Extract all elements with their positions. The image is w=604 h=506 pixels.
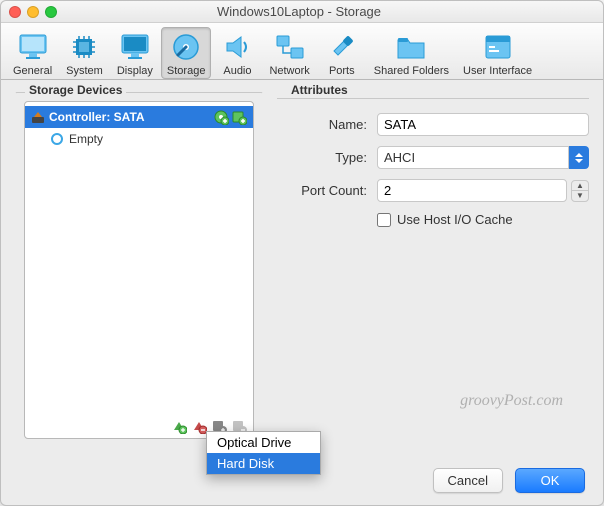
tab-label: Shared Folders (374, 65, 449, 77)
tab-network[interactable]: Network (263, 27, 315, 79)
tab-label: Ports (329, 65, 355, 77)
folder-icon (395, 31, 427, 63)
type-select[interactable]: AHCI (377, 146, 589, 169)
display-icon (119, 31, 151, 63)
host-io-label: Use Host I/O Cache (397, 212, 513, 227)
tab-label: User Interface (463, 65, 532, 77)
tab-audio[interactable]: Audio (213, 27, 261, 79)
attach-menu: Optical Drive Hard Disk (206, 431, 321, 475)
toolbar: General System Display Storage Audio Net… (1, 23, 603, 80)
tab-shared-folders[interactable]: Shared Folders (368, 27, 455, 79)
tab-label: Network (269, 65, 309, 77)
tab-storage[interactable]: Storage (161, 27, 212, 79)
stepper-up-icon[interactable]: ▲ (572, 181, 588, 191)
settings-window: Windows10Laptop - Storage General System… (0, 0, 604, 506)
empty-disc-icon (51, 133, 63, 145)
storage-tree[interactable]: Controller: SATA Empty (24, 101, 254, 439)
type-value: AHCI (377, 146, 569, 169)
tab-general[interactable]: General (7, 27, 58, 79)
stepper-down-icon[interactable]: ▼ (572, 191, 588, 201)
tab-label: Storage (167, 65, 206, 77)
controller-sata-row[interactable]: Controller: SATA (25, 106, 253, 128)
disk-icon (170, 31, 202, 63)
monitor-icon (17, 31, 49, 63)
cancel-button[interactable]: Cancel (433, 468, 503, 493)
empty-label: Empty (69, 132, 103, 146)
name-input[interactable] (377, 113, 589, 136)
speaker-icon (221, 31, 253, 63)
attributes-panel: Attributes Name: Type: AHCI Port Count: (277, 90, 589, 458)
ok-button[interactable]: OK (515, 468, 585, 493)
port-count-stepper[interactable]: ▲ ▼ (571, 180, 589, 202)
add-hard-disk-icon[interactable] (231, 109, 247, 125)
remove-controller-icon[interactable] (191, 418, 207, 434)
tab-label: Audio (223, 65, 251, 77)
type-label: Type: (277, 150, 367, 165)
tab-display[interactable]: Display (111, 27, 159, 79)
chip-icon (68, 31, 100, 63)
tab-label: System (66, 65, 103, 77)
controller-icon (31, 110, 45, 124)
host-io-checkbox[interactable] (377, 213, 391, 227)
menu-optical-drive[interactable]: Optical Drive (207, 432, 320, 453)
ui-icon (482, 31, 514, 63)
storage-devices-panel: Storage Devices Controller: SATA (15, 90, 263, 458)
panel-title: Attributes (287, 83, 352, 97)
window-title: Windows10Laptop - Storage (3, 4, 595, 19)
add-controller-icon[interactable] (171, 418, 187, 434)
tab-label: Display (117, 65, 153, 77)
menu-hard-disk[interactable]: Hard Disk (207, 453, 320, 474)
network-icon (274, 31, 306, 63)
panel-title: Storage Devices (25, 83, 126, 97)
titlebar: Windows10Laptop - Storage (1, 1, 603, 23)
name-label: Name: (277, 117, 367, 132)
controller-label: Controller: SATA (49, 110, 145, 124)
port-count-label: Port Count: (277, 183, 367, 198)
tab-label: General (13, 65, 52, 77)
add-optical-icon[interactable] (213, 109, 229, 125)
port-count-input[interactable] (377, 179, 567, 202)
tab-ports[interactable]: Ports (318, 27, 366, 79)
select-arrows-icon (569, 146, 589, 169)
tab-user-interface[interactable]: User Interface (457, 27, 538, 79)
tab-system[interactable]: System (60, 27, 109, 79)
ports-icon (326, 31, 358, 63)
empty-slot-row[interactable]: Empty (25, 128, 253, 150)
